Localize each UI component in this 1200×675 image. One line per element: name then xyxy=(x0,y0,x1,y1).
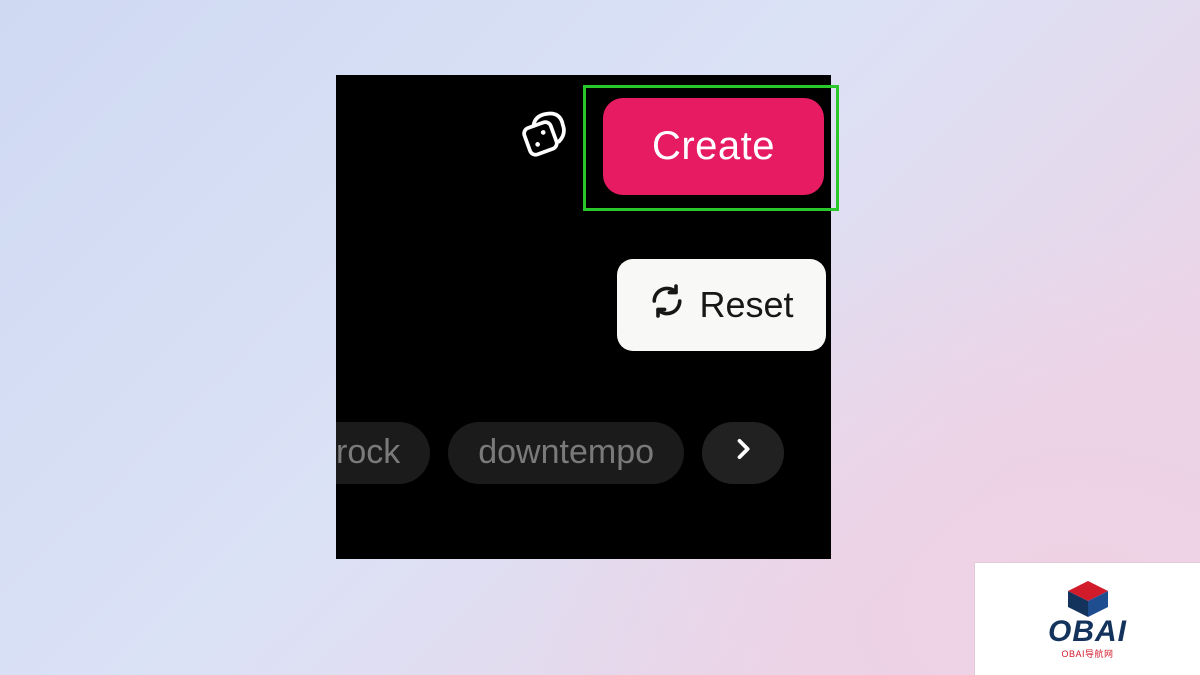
tag-downtempo[interactable]: downtempo xyxy=(448,422,684,484)
reset-button[interactable]: Reset xyxy=(617,259,826,351)
reset-button-label: Reset xyxy=(699,284,793,326)
create-button-label: Create xyxy=(652,124,775,169)
logo-subtitle: OBAI导航网 xyxy=(1061,647,1113,660)
tag-rock[interactable]: rock xyxy=(336,422,430,484)
logo-word: OBAI xyxy=(1048,617,1127,647)
provider-logo-card: OBAI OBAI导航网 xyxy=(975,563,1200,675)
create-button[interactable]: Create xyxy=(603,98,824,195)
reset-icon xyxy=(649,283,685,328)
page-canvas: Create Reset rock downtempo xyxy=(0,0,1200,675)
cube-icon xyxy=(1064,579,1112,619)
dice-icon[interactable] xyxy=(519,108,575,164)
chevron-right-icon xyxy=(729,433,757,472)
tag-row: rock downtempo xyxy=(336,415,831,490)
tag-label: downtempo xyxy=(478,433,654,472)
tag-label: rock xyxy=(336,433,400,472)
tags-next-button[interactable] xyxy=(702,422,784,484)
